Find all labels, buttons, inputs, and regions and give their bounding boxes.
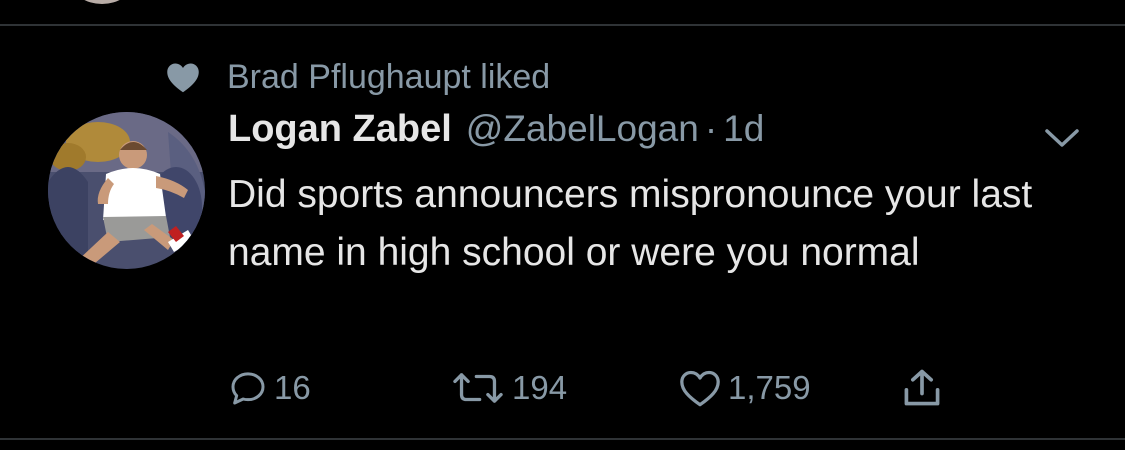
separator: · <box>704 108 718 149</box>
tweet-text: Did sports announcers mispronounce your … <box>228 173 1033 274</box>
retweet-count: 194 <box>512 369 568 406</box>
share-icon <box>904 369 940 406</box>
heart-icon <box>167 63 199 93</box>
avatar[interactable] <box>48 112 205 269</box>
divider <box>0 438 1125 440</box>
author-name[interactable]: Logan Zabel <box>228 108 452 151</box>
timestamp[interactable]: 1d <box>723 108 764 150</box>
more-options-button[interactable] <box>1040 118 1084 158</box>
reply-count: 16 <box>274 369 311 406</box>
share-button[interactable] <box>900 360 944 416</box>
social-context-text[interactable]: Brad Pflughaupt liked <box>227 58 550 97</box>
heart-outline-icon <box>680 370 720 407</box>
action-bar: 16 194 1,759 <box>228 360 988 416</box>
social-context: Brad Pflughaupt liked <box>165 52 550 102</box>
reply-button[interactable]: 16 <box>228 360 311 416</box>
previous-tweet-avatar[interactable] <box>72 0 132 4</box>
avatar-image <box>48 112 205 269</box>
retweet-button[interactable]: 194 <box>450 360 567 416</box>
retweet-icon <box>453 373 503 403</box>
reply-icon <box>231 372 265 405</box>
like-button[interactable]: 1,759 <box>678 360 811 416</box>
like-count: 1,759 <box>728 369 811 406</box>
author-handle[interactable]: @ZabelLogan <box>466 108 699 150</box>
tweet-header: Logan Zabel @ZabelLogan · 1d <box>228 108 764 164</box>
chevron-down-icon <box>1045 129 1079 147</box>
divider <box>0 24 1125 26</box>
